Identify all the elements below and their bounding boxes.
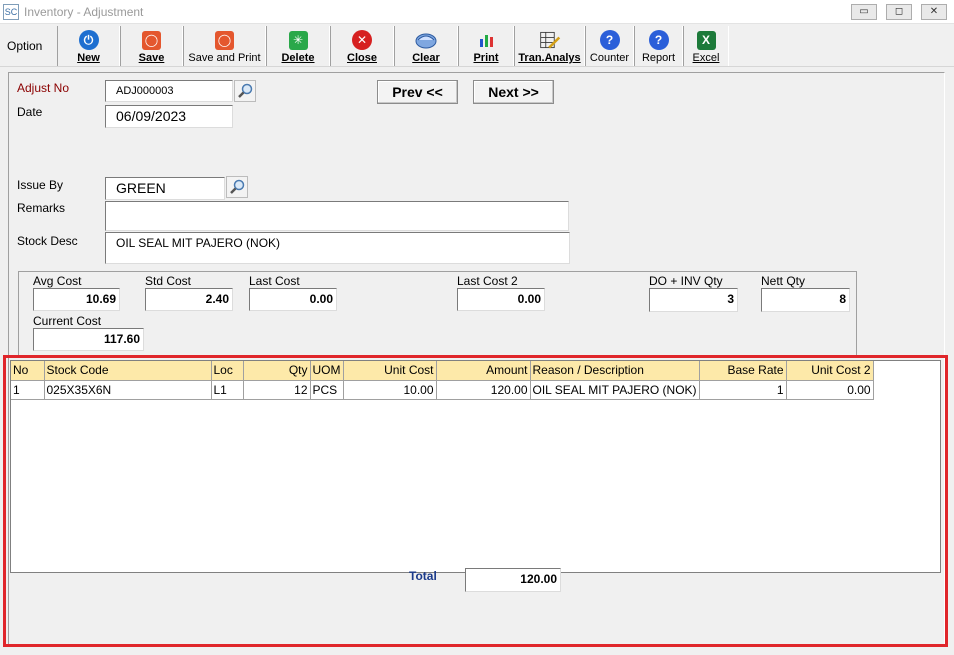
date-field[interactable]: 06/09/2023 xyxy=(105,105,233,128)
current-cost-label: Current Cost xyxy=(33,314,102,328)
col-header-no[interactable]: No xyxy=(11,361,45,381)
remarks-label: Remarks xyxy=(17,201,66,215)
delete-button[interactable]: ✳ Delete xyxy=(266,26,330,66)
save-button[interactable]: ◯ Save xyxy=(120,26,183,66)
stock-desc-field: OIL SEAL MIT PAJERO (NOK) xyxy=(105,232,570,264)
col-header-uom[interactable]: UOM xyxy=(310,361,344,381)
col-header-loc[interactable]: Loc xyxy=(211,361,244,381)
cell-no[interactable]: 1 xyxy=(11,380,45,400)
issue-by-field[interactable]: GREEN xyxy=(105,177,225,200)
col-header-reason[interactable]: Reason / Description xyxy=(530,361,700,381)
cell-base-rate[interactable]: 1 xyxy=(699,380,787,400)
close-icon: ✕ xyxy=(351,29,373,51)
prev-button[interactable]: Prev << xyxy=(377,80,458,104)
cell-loc[interactable]: L1 xyxy=(211,380,244,400)
next-button[interactable]: Next >> xyxy=(473,80,554,104)
grid-header-row: No Stock Code Loc Qty UOM Unit Cost Amou… xyxy=(11,361,874,381)
adjust-no-field[interactable]: ADJ000003 xyxy=(105,80,233,102)
total-field: 120.00 xyxy=(465,568,561,592)
do-inv-qty-field: 3 xyxy=(649,288,738,312)
adjust-no-label: Adjust No xyxy=(17,81,70,95)
cell-stock-code[interactable]: 025X35X6N xyxy=(44,380,212,400)
col-header-stock-code[interactable]: Stock Code xyxy=(44,361,212,381)
help-icon: ? xyxy=(648,29,670,51)
maximize-button[interactable]: ◻ xyxy=(886,4,912,20)
last-cost2-label: Last Cost 2 xyxy=(457,274,518,288)
save-print-icon: ◯ xyxy=(214,29,236,51)
stock-desc-label: Stock Desc xyxy=(17,234,78,248)
close-button-label: Close xyxy=(347,52,377,64)
last-cost2-field: 0.00 xyxy=(457,288,545,311)
excel-icon: X xyxy=(695,29,717,51)
app-icon: SC xyxy=(3,4,19,20)
search-icon xyxy=(230,179,245,194)
cell-uom[interactable]: PCS xyxy=(310,380,344,400)
excel-button-label: Excel xyxy=(692,52,720,64)
cell-unit-cost[interactable]: 10.00 xyxy=(343,380,437,400)
print-button-label: Print xyxy=(473,52,499,64)
power-icon: ⏻ xyxy=(78,29,100,51)
excel-button[interactable]: X Excel xyxy=(683,26,729,66)
search-icon xyxy=(238,83,253,98)
last-cost-field: 0.00 xyxy=(249,288,337,311)
remarks-field[interactable] xyxy=(105,201,569,231)
last-cost-label: Last Cost xyxy=(249,274,300,288)
report-button[interactable]: ? Report xyxy=(634,26,683,66)
save-button-label: Save xyxy=(138,52,165,64)
delete-icon: ✳ xyxy=(287,29,309,51)
save-and-print-button[interactable]: ◯ Save and Print xyxy=(183,26,266,66)
save-and-print-label: Save and Print xyxy=(188,52,261,64)
current-cost-field: 117.60 xyxy=(33,328,144,351)
col-header-unit-cost-2[interactable]: Unit Cost 2 xyxy=(786,361,874,381)
clear-button[interactable]: Clear xyxy=(394,26,458,66)
col-header-qty[interactable]: Qty xyxy=(243,361,311,381)
clear-button-label: Clear xyxy=(412,52,440,64)
tran-analys-button[interactable]: Tran.Analys xyxy=(514,26,585,66)
option-menu[interactable]: Option xyxy=(7,39,42,53)
adjustment-grid[interactable]: No Stock Code Loc Qty UOM Unit Cost Amou… xyxy=(10,360,941,573)
new-button-label: New xyxy=(77,52,100,64)
avg-cost-label: Avg Cost xyxy=(33,274,82,288)
title-bar: SC Inventory - Adjustment ▭ ◻ ✕ xyxy=(0,0,954,24)
date-label: Date xyxy=(17,105,43,119)
cell-amount[interactable]: 120.00 xyxy=(436,380,531,400)
new-button[interactable]: ⏻ New xyxy=(57,26,120,66)
tran-analys-label: Tran.Analys xyxy=(518,52,581,64)
counter-button-label: Counter xyxy=(589,52,630,64)
col-header-amount[interactable]: Amount xyxy=(436,361,531,381)
clear-icon xyxy=(415,29,437,51)
print-button[interactable]: Print xyxy=(458,26,514,66)
cell-qty[interactable]: 12 xyxy=(243,380,311,400)
do-inv-qty-label: DO + INV Qty xyxy=(649,274,723,288)
cell-reason[interactable]: OIL SEAL MIT PAJERO (NOK) xyxy=(530,380,700,400)
table-row[interactable]: 1 025X35X6N L1 12 PCS 10.00 120.00 OIL S… xyxy=(11,380,874,400)
close-button[interactable]: ✕ Close xyxy=(330,26,394,66)
save-icon: ◯ xyxy=(141,29,163,51)
col-header-unit-cost[interactable]: Unit Cost xyxy=(343,361,437,381)
tran-analys-icon xyxy=(539,29,561,51)
counter-button[interactable]: ? Counter xyxy=(585,26,634,66)
total-label: Total xyxy=(409,569,437,583)
avg-cost-field: 10.69 xyxy=(33,288,120,311)
std-cost-label: Std Cost xyxy=(145,274,192,288)
adjust-no-lookup-button[interactable] xyxy=(234,80,256,102)
cell-unit-cost-2[interactable]: 0.00 xyxy=(786,380,874,400)
std-cost-field: 2.40 xyxy=(145,288,233,311)
col-header-base-rate[interactable]: Base Rate xyxy=(699,361,787,381)
minimize-button[interactable]: ▭ xyxy=(851,4,877,20)
print-icon xyxy=(475,29,497,51)
help-icon: ? xyxy=(599,29,621,51)
window-close-button[interactable]: ✕ xyxy=(921,4,947,20)
window-title: Inventory - Adjustment xyxy=(24,5,144,19)
nett-qty-field: 8 xyxy=(761,288,850,312)
delete-button-label: Delete xyxy=(281,52,315,64)
report-button-label: Report xyxy=(641,52,676,64)
adjustment-table: No Stock Code Loc Qty UOM Unit Cost Amou… xyxy=(11,361,874,400)
nett-qty-label: Nett Qty xyxy=(761,274,806,288)
toolbar: Option ⏻ New ◯ Save ◯ Save and Print ✳ D… xyxy=(0,24,954,67)
issue-by-label: Issue By xyxy=(17,178,64,192)
issue-by-lookup-button[interactable] xyxy=(226,176,248,198)
